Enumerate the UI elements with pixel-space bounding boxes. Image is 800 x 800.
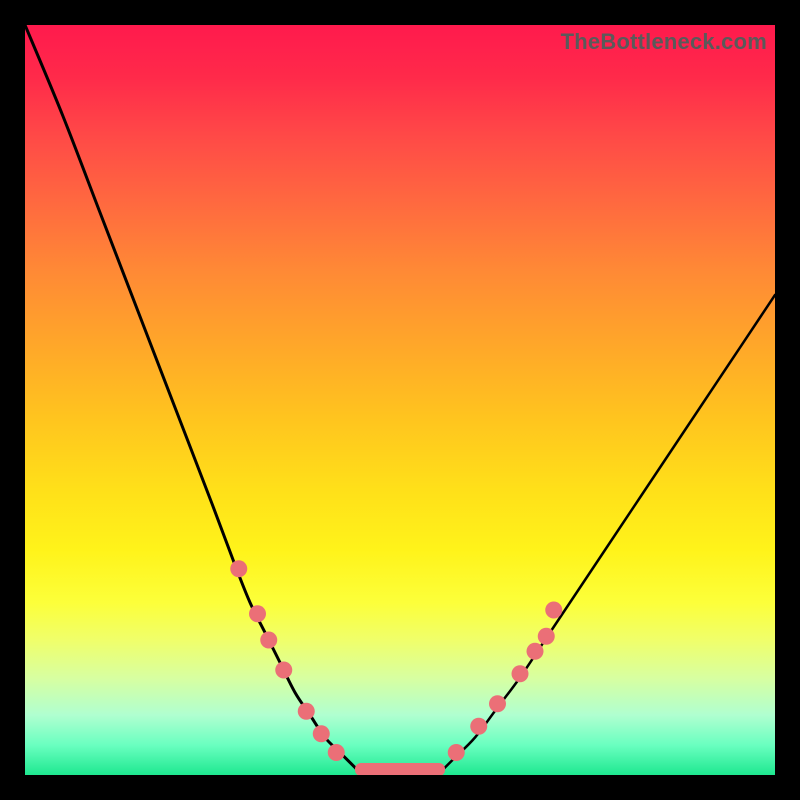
marker-point [260,632,277,649]
marker-point [448,744,465,761]
marker-point [527,643,544,660]
marker-point [298,703,315,720]
marker-point [545,602,562,619]
right-curve [438,295,776,775]
curve-layer [25,25,775,775]
marker-point [313,725,330,742]
marker-point [275,662,292,679]
marker-point [489,695,506,712]
marker-point [249,605,266,622]
plot-area: TheBottleneck.com [25,25,775,775]
marker-point [230,560,247,577]
marker-point [512,665,529,682]
marker-point [328,744,345,761]
chart-frame: TheBottleneck.com [0,0,800,800]
left-curve [25,25,363,775]
marker-point [470,718,487,735]
marker-point [538,628,555,645]
floor-bar [355,763,445,775]
